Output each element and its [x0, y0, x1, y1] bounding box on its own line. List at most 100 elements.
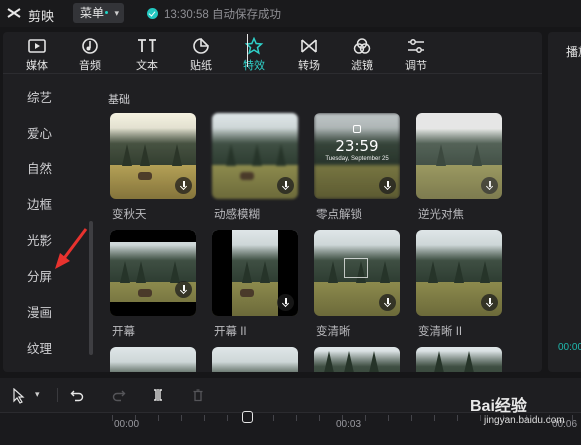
download-icon[interactable]	[175, 177, 192, 194]
delete-icon[interactable]	[191, 388, 205, 402]
effect-thumbnail	[110, 347, 196, 372]
download-icon[interactable]	[277, 294, 294, 311]
tab-label: 贴纸	[190, 60, 212, 72]
effect-thumbnail	[212, 230, 298, 316]
download-icon[interactable]	[379, 177, 396, 194]
effect-card[interactable]: 动感模糊	[212, 113, 298, 221]
download-icon[interactable]	[481, 294, 498, 311]
effect-card[interactable]: 变清晰	[314, 230, 400, 338]
save-status-text: 13:30:58 自动保存成功	[164, 9, 281, 21]
player-title: 播放	[566, 45, 581, 59]
effect-card[interactable]: 23:59 Tuesday, September 25 零点解锁	[314, 113, 400, 221]
category-toolbar: 媒体 音频 文本 贴纸 特效 转场 滤镜 调节	[3, 32, 542, 74]
sidebar-item-comic[interactable]: 漫画	[27, 302, 52, 321]
sidebar-item-variety[interactable]: 综艺	[27, 87, 52, 106]
effect-thumbnail	[314, 230, 400, 316]
sidebar-item-love[interactable]: 爱心	[27, 123, 52, 142]
select-cursor-icon[interactable]	[12, 388, 26, 404]
tab-audio[interactable]: 音频	[68, 34, 112, 74]
redo-icon[interactable]	[112, 388, 126, 402]
tab-transition[interactable]: 转场	[287, 34, 331, 74]
tab-filter[interactable]: 滤镜	[340, 34, 384, 74]
download-icon[interactable]	[175, 281, 192, 298]
effect-label: 开幕	[112, 326, 135, 338]
save-status: 13:30:58 自动保存成功	[147, 6, 281, 22]
download-icon[interactable]	[481, 177, 498, 194]
media-icon	[28, 39, 46, 53]
tab-label: 媒体	[26, 60, 48, 72]
effect-label: 变清晰 II	[418, 326, 463, 338]
transition-icon	[301, 39, 317, 53]
effect-label: 变清晰	[316, 326, 351, 338]
sidebar-item-border[interactable]: 边框	[27, 194, 52, 213]
sticker-icon	[193, 38, 209, 54]
tab-effects[interactable]: 特效	[232, 34, 276, 74]
effect-label: 逆光对焦	[418, 209, 464, 221]
sidebar-item-nature[interactable]: 自然	[27, 158, 52, 177]
tab-sticker[interactable]: 贴纸	[179, 34, 223, 74]
tick-label: 00:00	[114, 419, 140, 430]
effect-card[interactable]: 开幕 II	[212, 230, 298, 338]
effect-thumbnail	[416, 347, 502, 372]
effect-label: 变秋天	[112, 209, 147, 221]
tab-label: 音频	[79, 60, 101, 72]
effect-thumbnail	[212, 347, 298, 372]
text-icon	[138, 39, 156, 52]
menu-button[interactable]: 菜单 ▾	[73, 3, 124, 23]
annotation-arrow-icon	[55, 228, 88, 269]
notification-dot	[105, 11, 109, 14]
divider	[57, 388, 58, 402]
effect-card[interactable]: 开幕	[110, 230, 196, 338]
capcut-logo-icon	[7, 8, 21, 18]
effect-card[interactable]	[416, 347, 502, 372]
tab-media[interactable]: 媒体	[15, 34, 59, 74]
effect-label: 零点解锁	[316, 209, 362, 221]
effect-thumbnail	[110, 113, 196, 199]
effect-card[interactable]: 逆光对焦	[416, 113, 502, 221]
player-panel: 播放 00:00	[548, 32, 581, 372]
playhead-handle[interactable]	[242, 411, 253, 423]
check-circle-icon	[147, 8, 158, 19]
effect-label: 动感模糊	[214, 209, 260, 221]
tab-adjust[interactable]: 调节	[394, 34, 438, 74]
watermark-brand: Bai经验	[470, 398, 527, 415]
app-name: 剪映	[28, 9, 55, 24]
download-icon[interactable]	[277, 177, 294, 194]
tick-label: 00:03	[336, 419, 362, 430]
effect-card[interactable]	[110, 347, 196, 372]
effect-card[interactable]	[314, 347, 400, 372]
effect-label: 开幕 II	[214, 326, 247, 338]
resource-panel: 媒体 音频 文本 贴纸 特效 转场 滤镜 调节	[3, 32, 542, 372]
effect-card[interactable]: 变清晰 II	[416, 230, 502, 338]
tab-text[interactable]: 文本	[125, 34, 169, 74]
adjust-icon	[408, 39, 424, 53]
playhead[interactable]	[247, 34, 248, 67]
effect-thumbnail	[416, 230, 502, 316]
tab-label: 特效	[243, 60, 265, 72]
menu-label: 菜单	[80, 6, 105, 20]
audio-icon	[82, 38, 98, 54]
undo-icon[interactable]	[70, 388, 84, 402]
sidebar-item-split-screen[interactable]: 分屏	[27, 266, 52, 285]
chevron-down-icon[interactable]: ▾	[35, 389, 40, 400]
title-bar: 剪映 菜单 ▾ 13:30:58 自动保存成功	[0, 0, 581, 27]
download-icon[interactable]	[379, 294, 396, 311]
tab-label: 调节	[405, 60, 427, 72]
split-icon[interactable]	[151, 388, 165, 402]
effect-thumbnail	[314, 347, 400, 372]
watermark-url: jingyan.baidu.com	[484, 415, 565, 426]
filter-icon	[353, 38, 371, 54]
chevron-down-icon: ▾	[114, 8, 119, 18]
lockscreen-clock: 23:59	[335, 137, 379, 155]
effect-thumbnail: 23:59 Tuesday, September 25	[314, 113, 400, 199]
effect-thumbnail	[416, 113, 502, 199]
tab-label: 滤镜	[351, 60, 373, 72]
effect-card[interactable]: 变秋天	[110, 113, 196, 221]
section-title: 基础	[108, 94, 130, 106]
sidebar-item-texture[interactable]: 纹理	[27, 338, 52, 357]
lock-icon	[353, 125, 361, 133]
effect-card[interactable]	[212, 347, 298, 372]
sidebar-item-light[interactable]: 光影	[27, 230, 52, 249]
lockscreen-date: Tuesday, September 25	[325, 156, 389, 162]
tab-label: 文本	[136, 60, 158, 72]
